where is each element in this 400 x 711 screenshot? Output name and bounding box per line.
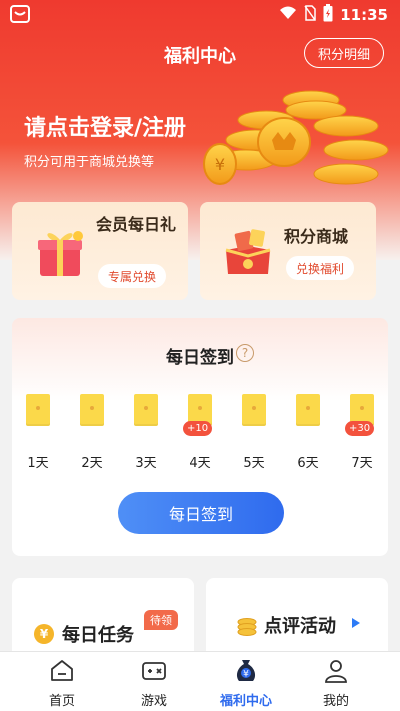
- signin-day[interactable]: 5天: [234, 394, 274, 474]
- card-title: 积分商城: [284, 227, 349, 246]
- red-envelope-icon: [242, 394, 266, 426]
- status-bar: 11:35: [0, 0, 400, 28]
- points-mall-card[interactable]: 积分商城 兑换福利: [200, 202, 376, 300]
- signin-day[interactable]: 1天: [18, 394, 58, 474]
- coin-stack-icon: [236, 616, 258, 638]
- login-prompt-link[interactable]: 请点击登录/注册: [24, 110, 186, 142]
- day-label: 3天: [135, 456, 157, 471]
- tab-label: 我的: [322, 694, 349, 709]
- day-label: 5天: [243, 456, 265, 471]
- svg-text:¥: ¥: [215, 155, 225, 174]
- home-icon: [49, 658, 75, 684]
- tab-label: 游戏: [140, 694, 167, 709]
- play-arrow-icon: [352, 618, 360, 628]
- day-label: 1天: [27, 456, 49, 471]
- tab-games[interactable]: 游戏: [114, 652, 194, 711]
- bonus-badge: +30: [345, 421, 375, 436]
- signin-day[interactable]: 2天: [72, 394, 112, 474]
- daily-signin-panel: 每日签到 ? 1天 2天 3天 +10 4天 5天 6天 +30 7天 每日签到: [12, 318, 388, 556]
- gift-box-icon: [32, 224, 88, 280]
- login-subtitle: 积分可用于商城兑换等: [24, 155, 155, 170]
- review-activity-title: 点评活动: [264, 616, 336, 637]
- exclusive-exchange-button[interactable]: 专属兑换: [98, 264, 167, 288]
- gamepad-icon: [141, 658, 167, 684]
- daily-task-title: 每日任务: [62, 625, 134, 646]
- points-detail-button[interactable]: 积分明细: [304, 38, 384, 68]
- day-label: 7天: [351, 456, 373, 471]
- member-daily-gift-card[interactable]: 会员每日礼 专属兑换: [12, 202, 188, 300]
- signin-day[interactable]: +30 7天: [342, 394, 382, 474]
- user-icon: [323, 658, 349, 684]
- no-sim-icon: [304, 5, 316, 25]
- day-label: 2天: [81, 456, 103, 471]
- clock: 11:35: [340, 6, 388, 24]
- wifi-icon: [279, 6, 297, 24]
- tab-welfare-center[interactable]: ¥ 福利中心: [206, 652, 286, 711]
- red-envelope-icon: [296, 394, 320, 426]
- tab-mine[interactable]: 我的: [296, 652, 376, 711]
- signin-day[interactable]: +10 4天: [180, 394, 220, 474]
- red-envelope-icon: [80, 394, 104, 426]
- app-notification-icon: [10, 5, 30, 27]
- red-envelope-icon: [26, 394, 50, 426]
- tab-label: 首页: [48, 694, 75, 709]
- help-icon[interactable]: ?: [236, 344, 254, 362]
- signin-day[interactable]: 3天: [126, 394, 166, 474]
- exchange-welfare-button[interactable]: 兑换福利: [286, 256, 355, 280]
- daily-signin-button[interactable]: 每日签到: [118, 492, 284, 534]
- bonus-badge: +10: [183, 421, 213, 436]
- signin-day[interactable]: 6天: [288, 394, 328, 474]
- day-label: 6天: [297, 456, 319, 471]
- tab-label: 福利中心: [219, 694, 272, 709]
- signin-title: 每日签到: [166, 348, 234, 368]
- gold-coins-illustration: ¥: [196, 78, 396, 208]
- battery-icon: [323, 4, 333, 26]
- day-label: 4天: [189, 456, 211, 471]
- yuan-coin-icon: ¥: [34, 624, 54, 644]
- bottom-tab-bar: 首页 游戏 ¥ 福利中心 我的: [0, 651, 400, 711]
- signin-days: 1天 2天 3天 +10 4天 5天 6天 +30 7天: [12, 394, 388, 474]
- money-bag-icon: ¥: [233, 658, 259, 684]
- pending-badge: 待领: [144, 610, 178, 630]
- card-title: 会员每日礼: [96, 215, 177, 234]
- red-envelope-icon: [134, 394, 158, 426]
- gift-bag-icon: [220, 224, 276, 280]
- svg-text:¥: ¥: [243, 670, 249, 680]
- tab-home[interactable]: 首页: [22, 652, 102, 711]
